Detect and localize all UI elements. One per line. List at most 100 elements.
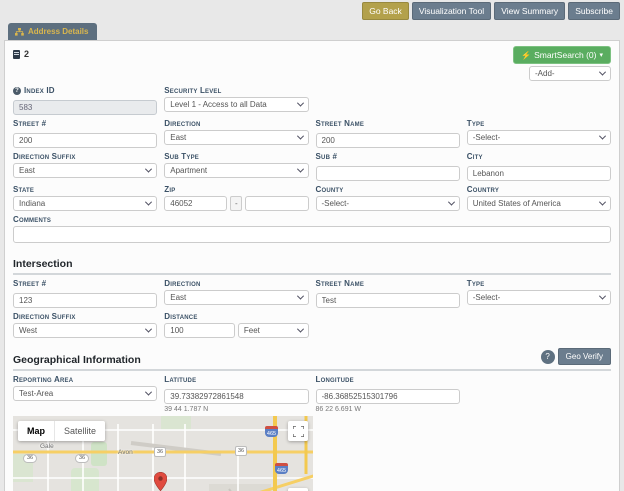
state-select[interactable]: Indiana	[13, 196, 157, 211]
geo-verify-button[interactable]: Geo Verify	[558, 348, 611, 365]
chevron-down-icon	[599, 199, 606, 206]
latitude-dms: 39 44 1.787 N	[164, 406, 308, 413]
route-shield-36: 36	[75, 454, 89, 463]
chevron-down-icon	[296, 100, 303, 107]
field-sub-no: Sub #	[316, 152, 460, 181]
map-view-button[interactable]: Map	[18, 421, 54, 441]
address-form: ? Index ID Security Level Level 1 - Acce…	[13, 86, 611, 248]
field-int-distance: Distance Feet	[164, 312, 308, 338]
chevron-down-icon	[296, 293, 303, 300]
geo-title: Geographical Information	[13, 354, 141, 366]
chevron-down-icon	[296, 133, 303, 140]
geo-help-button[interactable]: ?	[541, 350, 555, 364]
longitude-dms: 86 22 6.691 W	[316, 406, 460, 413]
zip-ext-input[interactable]	[245, 196, 308, 211]
street-name-input[interactable]	[316, 133, 460, 148]
chevron-down-icon	[145, 389, 152, 396]
int-direction-suffix-select[interactable]: West	[13, 323, 157, 338]
index-id-input	[13, 100, 157, 115]
field-int-type: Type -Select-	[467, 279, 611, 308]
lightning-icon: ⚡	[521, 51, 531, 60]
add-dropdown-value: -Add-	[535, 69, 555, 78]
distance-unit-select[interactable]: Feet	[238, 323, 309, 338]
tab-address-details[interactable]: Address Details	[8, 23, 97, 40]
route-shield-36: 36	[154, 447, 166, 457]
intersection-form: Street # Direction East Street Name Type…	[13, 279, 611, 338]
view-summary-button[interactable]: View Summary	[494, 2, 565, 20]
direction-suffix-select[interactable]: East	[13, 163, 157, 178]
direction-select[interactable]: East	[164, 130, 308, 145]
chevron-down-icon	[599, 293, 606, 300]
interstate-shield-465: 465	[275, 463, 288, 474]
distance-input[interactable]	[164, 323, 235, 338]
chevron-down-icon	[145, 166, 152, 173]
latitude-input[interactable]	[164, 389, 308, 404]
security-level-select[interactable]: Level 1 - Access to all Data	[164, 97, 308, 112]
chevron-down-icon	[145, 326, 152, 333]
go-back-button[interactable]: Go Back	[362, 2, 409, 20]
smartsearch-label: SmartSearch (0)	[534, 50, 596, 60]
chevron-down-icon	[296, 326, 303, 333]
field-latitude: Latitude 39 44 1.787 N	[164, 375, 308, 413]
tab-label: Address Details	[28, 27, 88, 36]
field-street-no: Street #	[13, 119, 157, 148]
satellite-view-button[interactable]: Satellite	[54, 421, 105, 441]
field-int-direction: Direction East	[164, 279, 308, 308]
record-icon	[13, 50, 20, 59]
field-int-street-name: Street Name	[316, 279, 460, 308]
route-shield-36: 36	[23, 454, 37, 463]
zip-separator: -	[230, 196, 242, 211]
record-row: 2 ⚡ SmartSearch (0) ▾	[13, 46, 611, 62]
county-select[interactable]: -Select-	[316, 196, 460, 211]
map-label-gale: Gale	[40, 443, 54, 450]
field-longitude: Longitude 86 22 6.691 W	[316, 375, 460, 413]
intersection-title: Intersection	[13, 258, 73, 270]
help-icon[interactable]: ?	[13, 87, 21, 95]
street-no-input[interactable]	[13, 133, 157, 148]
map-widget[interactable]: Gale Avon Six Points Plainfield Cartersb…	[13, 416, 313, 491]
smartsearch-button[interactable]: ⚡ SmartSearch (0) ▾	[513, 46, 611, 64]
chevron-down-icon	[296, 166, 303, 173]
type-select[interactable]: -Select-	[467, 130, 611, 145]
interstate-shield-465: 465	[265, 426, 278, 437]
top-toolbar: Go Back Visualization Tool View Summary …	[0, 0, 624, 22]
reporting-area-select[interactable]: Test-Area	[13, 386, 157, 401]
intersection-header: Intersection	[13, 253, 611, 275]
zip-input[interactable]	[164, 196, 227, 211]
field-county: County -Select-	[316, 185, 460, 211]
sitemap-icon	[15, 28, 24, 36]
chevron-down-icon	[448, 199, 455, 206]
sub-no-input[interactable]	[316, 166, 460, 181]
field-street-name: Street Name	[316, 119, 460, 148]
int-type-select[interactable]: -Select-	[467, 290, 611, 305]
record-count: 2	[24, 49, 29, 59]
route-shield-36: 36	[235, 446, 247, 456]
chevron-down-icon	[599, 133, 606, 140]
field-city: City	[467, 152, 611, 181]
field-state: State Indiana	[13, 185, 157, 211]
longitude-input[interactable]	[316, 389, 460, 404]
country-select[interactable]: United States of America	[467, 196, 611, 211]
field-direction-suffix: Direction Suffix East	[13, 152, 157, 181]
map-pin-icon[interactable]	[154, 472, 167, 491]
int-direction-select[interactable]: East	[164, 290, 308, 305]
add-row: -Add-	[13, 66, 611, 81]
map-type-control: Map Satellite	[18, 421, 105, 441]
fullscreen-button[interactable]	[288, 421, 308, 441]
comments-textarea[interactable]	[13, 226, 611, 243]
field-security-level: Security Level Level 1 - Access to all D…	[164, 86, 308, 115]
field-int-direction-suffix: Direction Suffix West	[13, 312, 157, 338]
field-zip: Zip -	[164, 185, 308, 211]
geo-header: Geographical Information ? Geo Verify	[13, 343, 611, 371]
city-input[interactable]	[467, 166, 611, 181]
field-direction: Direction East	[164, 119, 308, 148]
sub-type-select[interactable]: Apartment	[164, 163, 308, 178]
add-dropdown[interactable]: -Add-	[529, 66, 611, 81]
visualization-tool-button[interactable]: Visualization Tool	[412, 2, 491, 20]
field-type: Type -Select-	[467, 119, 611, 148]
field-country: Country United States of America	[467, 185, 611, 211]
subscribe-button[interactable]: Subscribe	[568, 2, 620, 20]
int-street-name-input[interactable]	[316, 293, 460, 308]
int-street-no-input[interactable]	[13, 293, 157, 308]
field-comments: Comments	[13, 215, 611, 248]
